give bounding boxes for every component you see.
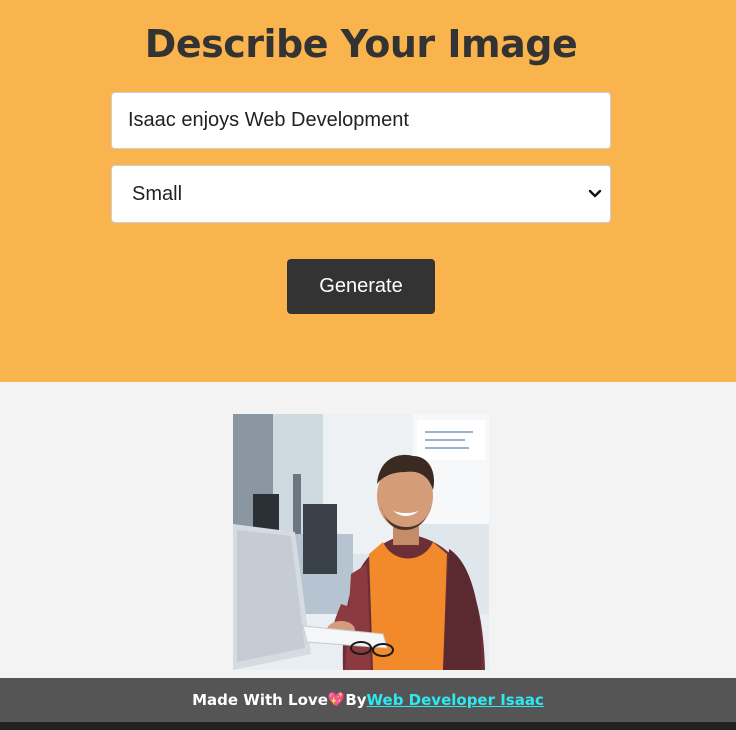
footer-by: By <box>345 691 367 709</box>
footer-made-with: Made With Love <box>192 691 328 709</box>
size-select-value: Small <box>132 182 183 205</box>
generated-image <box>233 414 489 670</box>
prompt-input[interactable] <box>111 92 611 149</box>
generate-button[interactable]: Generate <box>287 259 435 314</box>
bottom-strip <box>0 722 736 730</box>
heart-icon: 💖 <box>327 692 346 708</box>
footer: Made With Love 💖 By Web Developer Isaac <box>0 678 736 722</box>
page-title: Describe Your Image <box>144 22 578 66</box>
size-select[interactable]: Small <box>111 165 611 223</box>
header-section: Describe Your Image Small Generate <box>0 0 736 382</box>
author-link[interactable]: Web Developer Isaac <box>367 691 544 709</box>
chevron-down-icon <box>588 189 602 198</box>
